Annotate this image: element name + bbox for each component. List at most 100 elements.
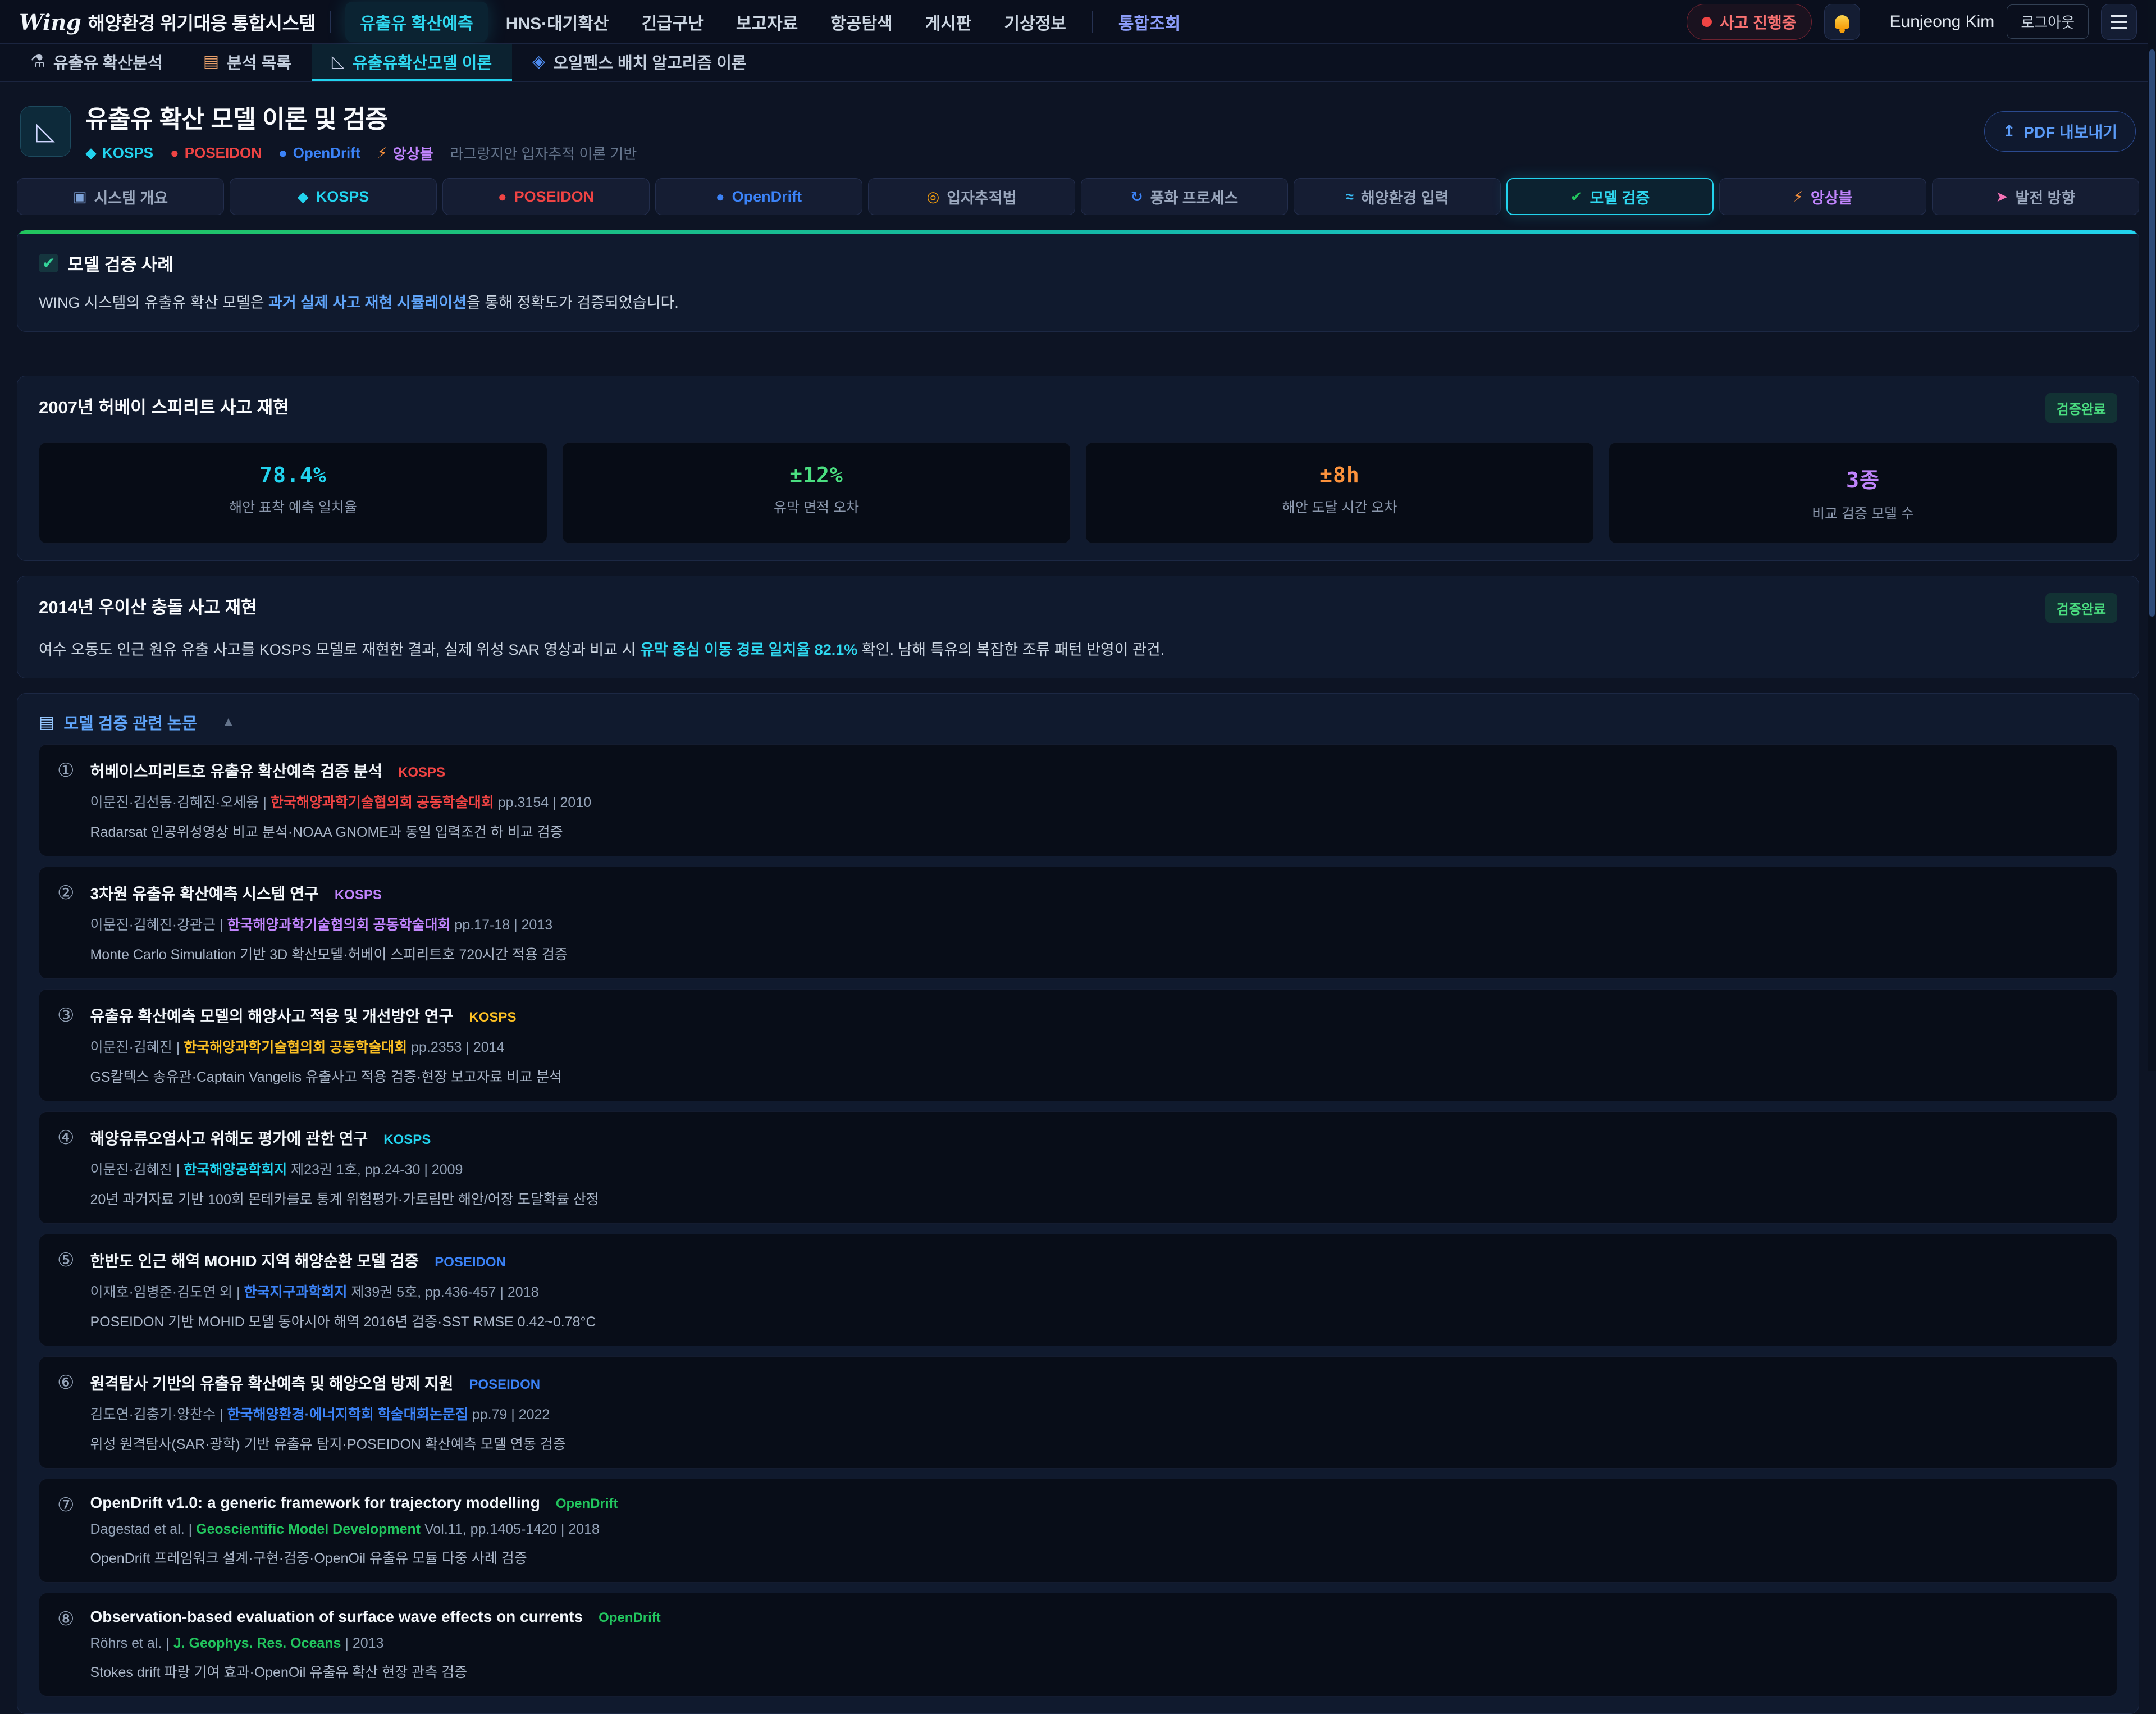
bell-icon	[1835, 15, 1849, 29]
paper-meta: 이문진·김혜진 | 한국해양과학기술협의회 공동학술대회 pp.2353 | 2…	[90, 1036, 2099, 1056]
logout-button[interactable]: 로그아웃	[2007, 4, 2089, 39]
paper-number: ③	[57, 1004, 74, 1086]
paper-item[interactable]: ② 3차원 유출유 확산예측 시스템 연구KOSPS 이문진·김혜진·강관근 |…	[39, 867, 2117, 979]
paper-item[interactable]: ① 허베이스피리트호 유출유 확산예측 검증 분석KOSPS 이문진·김선동·김…	[39, 744, 2117, 856]
clipboard-icon: ▤	[203, 52, 219, 71]
papers-card: ▤ 모델 검증 관련 논문 ▲ ① 허베이스피리트호 유출유 확산예측 검증 분…	[17, 693, 2139, 1714]
menu-item-reports[interactable]: 보고자료	[721, 2, 812, 42]
paper-item[interactable]: ③ 유출유 확산예측 모델의 해양사고 적용 및 개선방안 연구KOSPS 이문…	[39, 989, 2117, 1101]
badge-ensemble: ⚡ 앙상블	[377, 143, 433, 163]
menu-item-integrated-search[interactable]: 통합조회	[1104, 2, 1195, 42]
tab-spill-analysis[interactable]: ⚗ 유출유 확산분석	[10, 44, 183, 81]
simulation-link[interactable]: 과거 실제 사고 재현 시뮬레이션	[268, 294, 467, 311]
badge-kosps: ◆ KOSPS	[85, 144, 153, 162]
tab-label: 오일펜스 배치 알고리즘 이론	[553, 50, 746, 74]
scrollbar-thumb[interactable]	[2149, 49, 2155, 617]
paper-item[interactable]: ⑦ OpenDrift v1.0: a generic framework fo…	[39, 1479, 2117, 1583]
menu-item-weather-info[interactable]: 기상정보	[990, 2, 1081, 42]
tab-model-theory[interactable]: ◺ 유출유확산모델 이론	[312, 44, 512, 81]
triangle-ruler-icon: ◺	[20, 106, 71, 157]
divider	[330, 11, 331, 33]
paper-description: GS칼텍스 송유관·Captain Vangelis 유출사고 적용 검증·현장…	[90, 1066, 2099, 1086]
chip-ocean-env-input[interactable]: ≈ 해양환경 입력	[1294, 178, 1501, 215]
user-name: Eunjeong Kim	[1890, 12, 1995, 31]
paper-title: 원격탐사 기반의 유출유 확산예측 및 해양오염 방제 지원	[90, 1371, 453, 1394]
chip-poseidon[interactable]: ● POSEIDON	[442, 178, 650, 215]
stat-card-model-count: 3종 비교 검증 모델 수	[1609, 442, 2117, 544]
verified-badge: 검증완료	[2045, 593, 2117, 623]
paper-number: ⑧	[57, 1608, 74, 1681]
paper-title: Observation-based evaluation of surface …	[90, 1608, 583, 1626]
model-tag: KOSPS	[335, 887, 382, 903]
brand-mark: Wing	[19, 10, 81, 35]
diamond-icon: ◆	[85, 144, 97, 162]
paper-meta: 김도연·김충기·양찬수 | 한국해양환경·에너지학회 학술대회논문집 pp.79…	[90, 1403, 2099, 1424]
paper-number: ①	[57, 759, 74, 841]
chip-future-direction[interactable]: ➤ 발전 방향	[1932, 178, 2139, 215]
journal-name: 한국해양공학회지	[184, 1162, 287, 1178]
paper-title: 3차원 유출유 확산예측 시스템 연구	[90, 882, 318, 904]
hamburger-menu-button[interactable]	[2101, 4, 2137, 40]
monitor-icon: ▣	[73, 188, 87, 206]
nav-right-group: 사고 진행중 Eunjeong Kim 로그아웃	[1687, 4, 2137, 40]
pdf-export-button[interactable]: ↥ PDF 내보내기	[1984, 111, 2136, 152]
menu-item-emergency-rescue[interactable]: 긴급구난	[627, 2, 718, 42]
section-title-validation: ✔ 모델 검증 사례	[39, 250, 2117, 276]
diamond-icon: ◆	[298, 188, 309, 206]
status-dot-icon	[1702, 17, 1712, 27]
badge-poseidon: ● POSEIDON	[170, 144, 262, 162]
wuisan-card: 2014년 우이산 충돌 사고 재현 검증완료 여수 오동도 인근 원유 유출 …	[17, 576, 2139, 679]
top-navigation: Wing 해양환경 위기대응 통합시스템 유출유 확산예측 HNS·대기확산 긴…	[0, 0, 2156, 44]
page-header: ◺ 유출유 확산 모델 이론 및 검증 ◆ KOSPS ● POSEIDON ●…	[20, 99, 2136, 163]
verified-badge: 검증완료	[2045, 393, 2117, 423]
paper-number: ⑥	[57, 1371, 74, 1453]
notifications-button[interactable]	[1824, 4, 1860, 40]
tab-label: 분석 목록	[227, 50, 291, 74]
validation-description: WING 시스템의 유출유 확산 모델은 과거 실제 사고 재현 시뮬레이션을 …	[39, 291, 2117, 314]
main-menu: 유출유 확산예측 HNS·대기확산 긴급구난 보고자료 항공탐색 게시판 기상정…	[345, 2, 1195, 42]
incident-status-badge[interactable]: 사고 진행중	[1687, 4, 1812, 40]
paper-item[interactable]: ⑧ Observation-based evaluation of surfac…	[39, 1593, 2117, 1697]
chip-model-validation[interactable]: ✔ 모델 검증	[1506, 178, 1714, 215]
journal-name: 한국해양환경·에너지학회 학술대회논문집	[227, 1407, 468, 1423]
paper-number: ⑤	[57, 1249, 74, 1331]
journal-name: 한국해양과학기술협의회 공동학술대회	[227, 917, 451, 933]
chip-ensemble[interactable]: ⚡ 앙상블	[1719, 178, 1926, 215]
paper-title: 한반도 인근 해역 MOHID 지역 해양순환 모델 검증	[90, 1249, 419, 1271]
paper-description: 위성 원격탐사(SAR·광학) 기반 유출유 탐지·POSEIDON 확산예측 …	[90, 1433, 2099, 1453]
menu-item-aerial-search[interactable]: 항공탐색	[816, 2, 907, 42]
papers-collapse-header[interactable]: ▤ 모델 검증 관련 논문 ▲	[39, 710, 2117, 734]
section-chip-nav: ▣ 시스템 개요 ◆ KOSPS ● POSEIDON ● OpenDrift …	[17, 178, 2139, 215]
app-logo[interactable]: Wing 해양환경 위기대응 통합시스템	[19, 8, 316, 35]
chip-opendrift[interactable]: ● OpenDrift	[655, 178, 862, 215]
menu-item-oil-spill-prediction[interactable]: 유출유 확산예측	[345, 2, 488, 42]
tab-oil-fence-algorithm[interactable]: ◈ 오일펜스 배치 알고리즘 이론	[512, 44, 766, 81]
tab-analysis-list[interactable]: ▤ 분석 목록	[183, 44, 312, 81]
paper-item[interactable]: ⑥ 원격탐사 기반의 유출유 확산예측 및 해양오염 방제 지원POSEIDON…	[39, 1356, 2117, 1469]
compass-icon: ◎	[927, 188, 940, 206]
paper-title: 유출유 확산예측 모델의 해양사고 적용 및 개선방안 연구	[90, 1004, 453, 1027]
vertical-scrollbar[interactable]	[2148, 0, 2156, 1071]
page-title: 유출유 확산 모델 이론 및 검증	[85, 99, 637, 135]
lightning-icon: ⚡	[1793, 188, 1803, 206]
circle-icon: ●	[716, 188, 725, 206]
paper-description: Monte Carlo Simulation 기반 3D 확산모델·허베이 스피…	[90, 943, 2099, 964]
chip-particle-tracking[interactable]: ◎ 입자추적법	[868, 178, 1075, 215]
chip-weathering-process[interactable]: ↻ 풍화 프로세스	[1081, 178, 1288, 215]
shield-icon: ◈	[532, 52, 545, 71]
chip-system-overview[interactable]: ▣ 시스템 개요	[17, 178, 224, 215]
tab-label: 유출유 확산분석	[53, 50, 163, 74]
paper-item[interactable]: ⑤ 한반도 인근 해역 MOHID 지역 해양순환 모델 검증POSEIDON …	[39, 1234, 2117, 1346]
menu-item-hns-atmospheric[interactable]: HNS·대기확산	[491, 2, 624, 42]
journal-name: 한국지구과학회지	[244, 1284, 347, 1300]
paper-description: OpenDrift 프레임워크 설계·구현·검증·OpenOil 유출유 모듈 …	[90, 1547, 2099, 1567]
menu-item-board[interactable]: 게시판	[911, 2, 986, 42]
lightning-icon: ⚡	[377, 144, 387, 162]
hebei-spirit-card: 2007년 허베이 스피리트 사고 재현 검증완료 78.4% 해안 표착 예측…	[17, 376, 2139, 561]
paper-item[interactable]: ④ 해양유류오염사고 위해도 평가에 관한 연구KOSPS 이문진·김혜진 | …	[39, 1111, 2117, 1224]
chip-kosps[interactable]: ◆ KOSPS	[230, 178, 437, 215]
collapse-triangle-icon: ▲	[222, 714, 235, 730]
check-icon: ✔	[39, 254, 58, 272]
paper-meta: 이문진·김혜진·강관근 | 한국해양과학기술협의회 공동학술대회 pp.17-1…	[90, 914, 2099, 934]
paper-title: 해양유류오염사고 위해도 평가에 관한 연구	[90, 1127, 368, 1149]
